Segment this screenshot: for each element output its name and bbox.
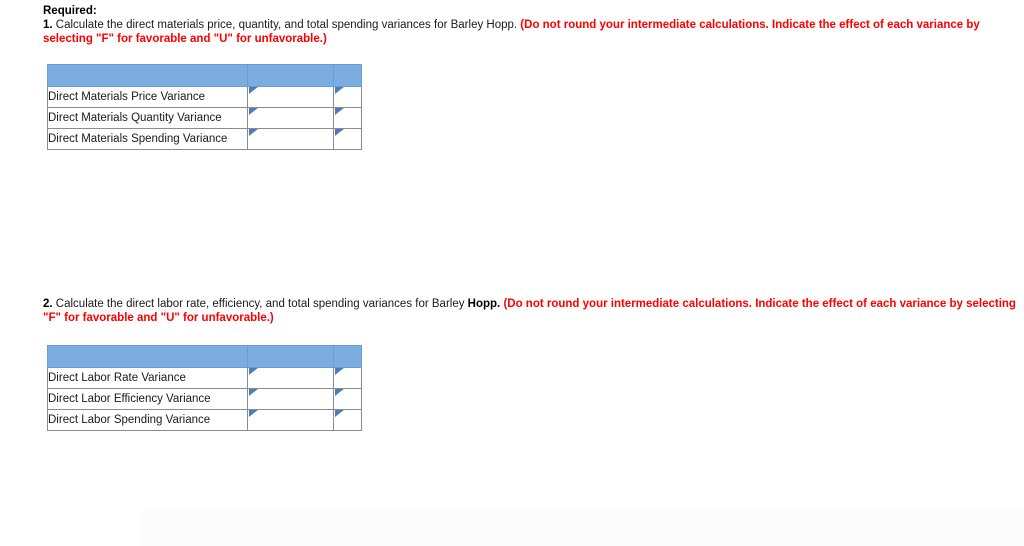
caret-icon	[335, 368, 344, 375]
question-2-text: Calculate the direct labor rate, efficie…	[52, 298, 468, 310]
question-2-instructions: 2. Calculate the direct labor rate, effi…	[43, 298, 1018, 325]
row-label-direct-labor-rate-variance: Direct Labor Rate Variance	[47, 367, 248, 389]
required-label: Required:	[43, 5, 97, 17]
row-label-direct-labor-spending-variance: Direct Labor Spending Variance	[47, 409, 248, 431]
caret-icon	[249, 389, 258, 396]
question-2-number: 2.	[43, 298, 53, 310]
caret-icon	[335, 389, 344, 396]
header-cell-label	[47, 64, 248, 87]
amount-input-direct-materials-spending-variance[interactable]	[247, 128, 334, 150]
caret-icon	[335, 87, 344, 94]
amount-input-direct-materials-quantity-variance[interactable]	[247, 107, 334, 129]
amount-input-direct-labor-spending-variance[interactable]	[247, 409, 334, 431]
caret-icon	[249, 410, 258, 417]
effect-input-direct-labor-efficiency-variance[interactable]	[333, 388, 362, 410]
caret-icon	[249, 368, 258, 375]
caret-icon	[335, 410, 344, 417]
question-1-number: 1.	[43, 19, 53, 31]
amount-input-direct-labor-efficiency-variance[interactable]	[247, 388, 334, 410]
table-row: Direct Materials Quantity Variance	[47, 107, 362, 129]
question-1-text: Calculate the direct materials price, qu…	[52, 19, 518, 31]
direct-materials-variances-table: Direct Materials Price Variance Direct M…	[47, 64, 362, 150]
amount-input-direct-labor-rate-variance[interactable]	[247, 367, 334, 389]
header-cell-label	[47, 345, 248, 368]
effect-input-direct-labor-rate-variance[interactable]	[333, 367, 362, 389]
table-header-row	[47, 64, 362, 87]
effect-input-direct-materials-price-variance[interactable]	[333, 86, 362, 108]
effect-input-direct-materials-quantity-variance[interactable]	[333, 107, 362, 129]
table-header-row	[47, 345, 362, 368]
amount-input-direct-materials-price-variance[interactable]	[247, 86, 334, 108]
row-label-direct-labor-efficiency-variance: Direct Labor Efficiency Variance	[47, 388, 248, 410]
table-row: Direct Materials Spending Variance	[47, 128, 362, 150]
question-1-instructions: 1. Calculate the direct materials price,…	[43, 19, 988, 46]
caret-icon	[249, 129, 258, 136]
header-cell-amount	[247, 64, 334, 87]
effect-input-direct-labor-spending-variance[interactable]	[333, 409, 362, 431]
effect-input-direct-materials-spending-variance[interactable]	[333, 128, 362, 150]
bottom-panel-edge	[140, 506, 1024, 546]
row-label-direct-materials-price-variance: Direct Materials Price Variance	[47, 86, 248, 108]
row-label-direct-materials-quantity-variance: Direct Materials Quantity Variance	[47, 107, 248, 129]
header-cell-effect	[333, 345, 362, 368]
table-row: Direct Labor Efficiency Variance	[47, 388, 362, 410]
question-2-bold-tail: Hopp.	[467, 298, 501, 310]
table-row: Direct Materials Price Variance	[47, 86, 362, 108]
direct-labor-variances-table: Direct Labor Rate Variance Direct Labor …	[47, 345, 362, 431]
worksheet-page: Required: 1. Calculate the direct materi…	[0, 0, 1024, 546]
row-label-direct-materials-spending-variance: Direct Materials Spending Variance	[47, 128, 248, 150]
header-cell-effect	[333, 64, 362, 87]
caret-icon	[335, 108, 344, 115]
caret-icon	[335, 129, 344, 136]
header-cell-amount	[247, 345, 334, 368]
table-row: Direct Labor Spending Variance	[47, 409, 362, 431]
table-row: Direct Labor Rate Variance	[47, 367, 362, 389]
caret-icon	[249, 87, 258, 94]
caret-icon	[249, 108, 258, 115]
